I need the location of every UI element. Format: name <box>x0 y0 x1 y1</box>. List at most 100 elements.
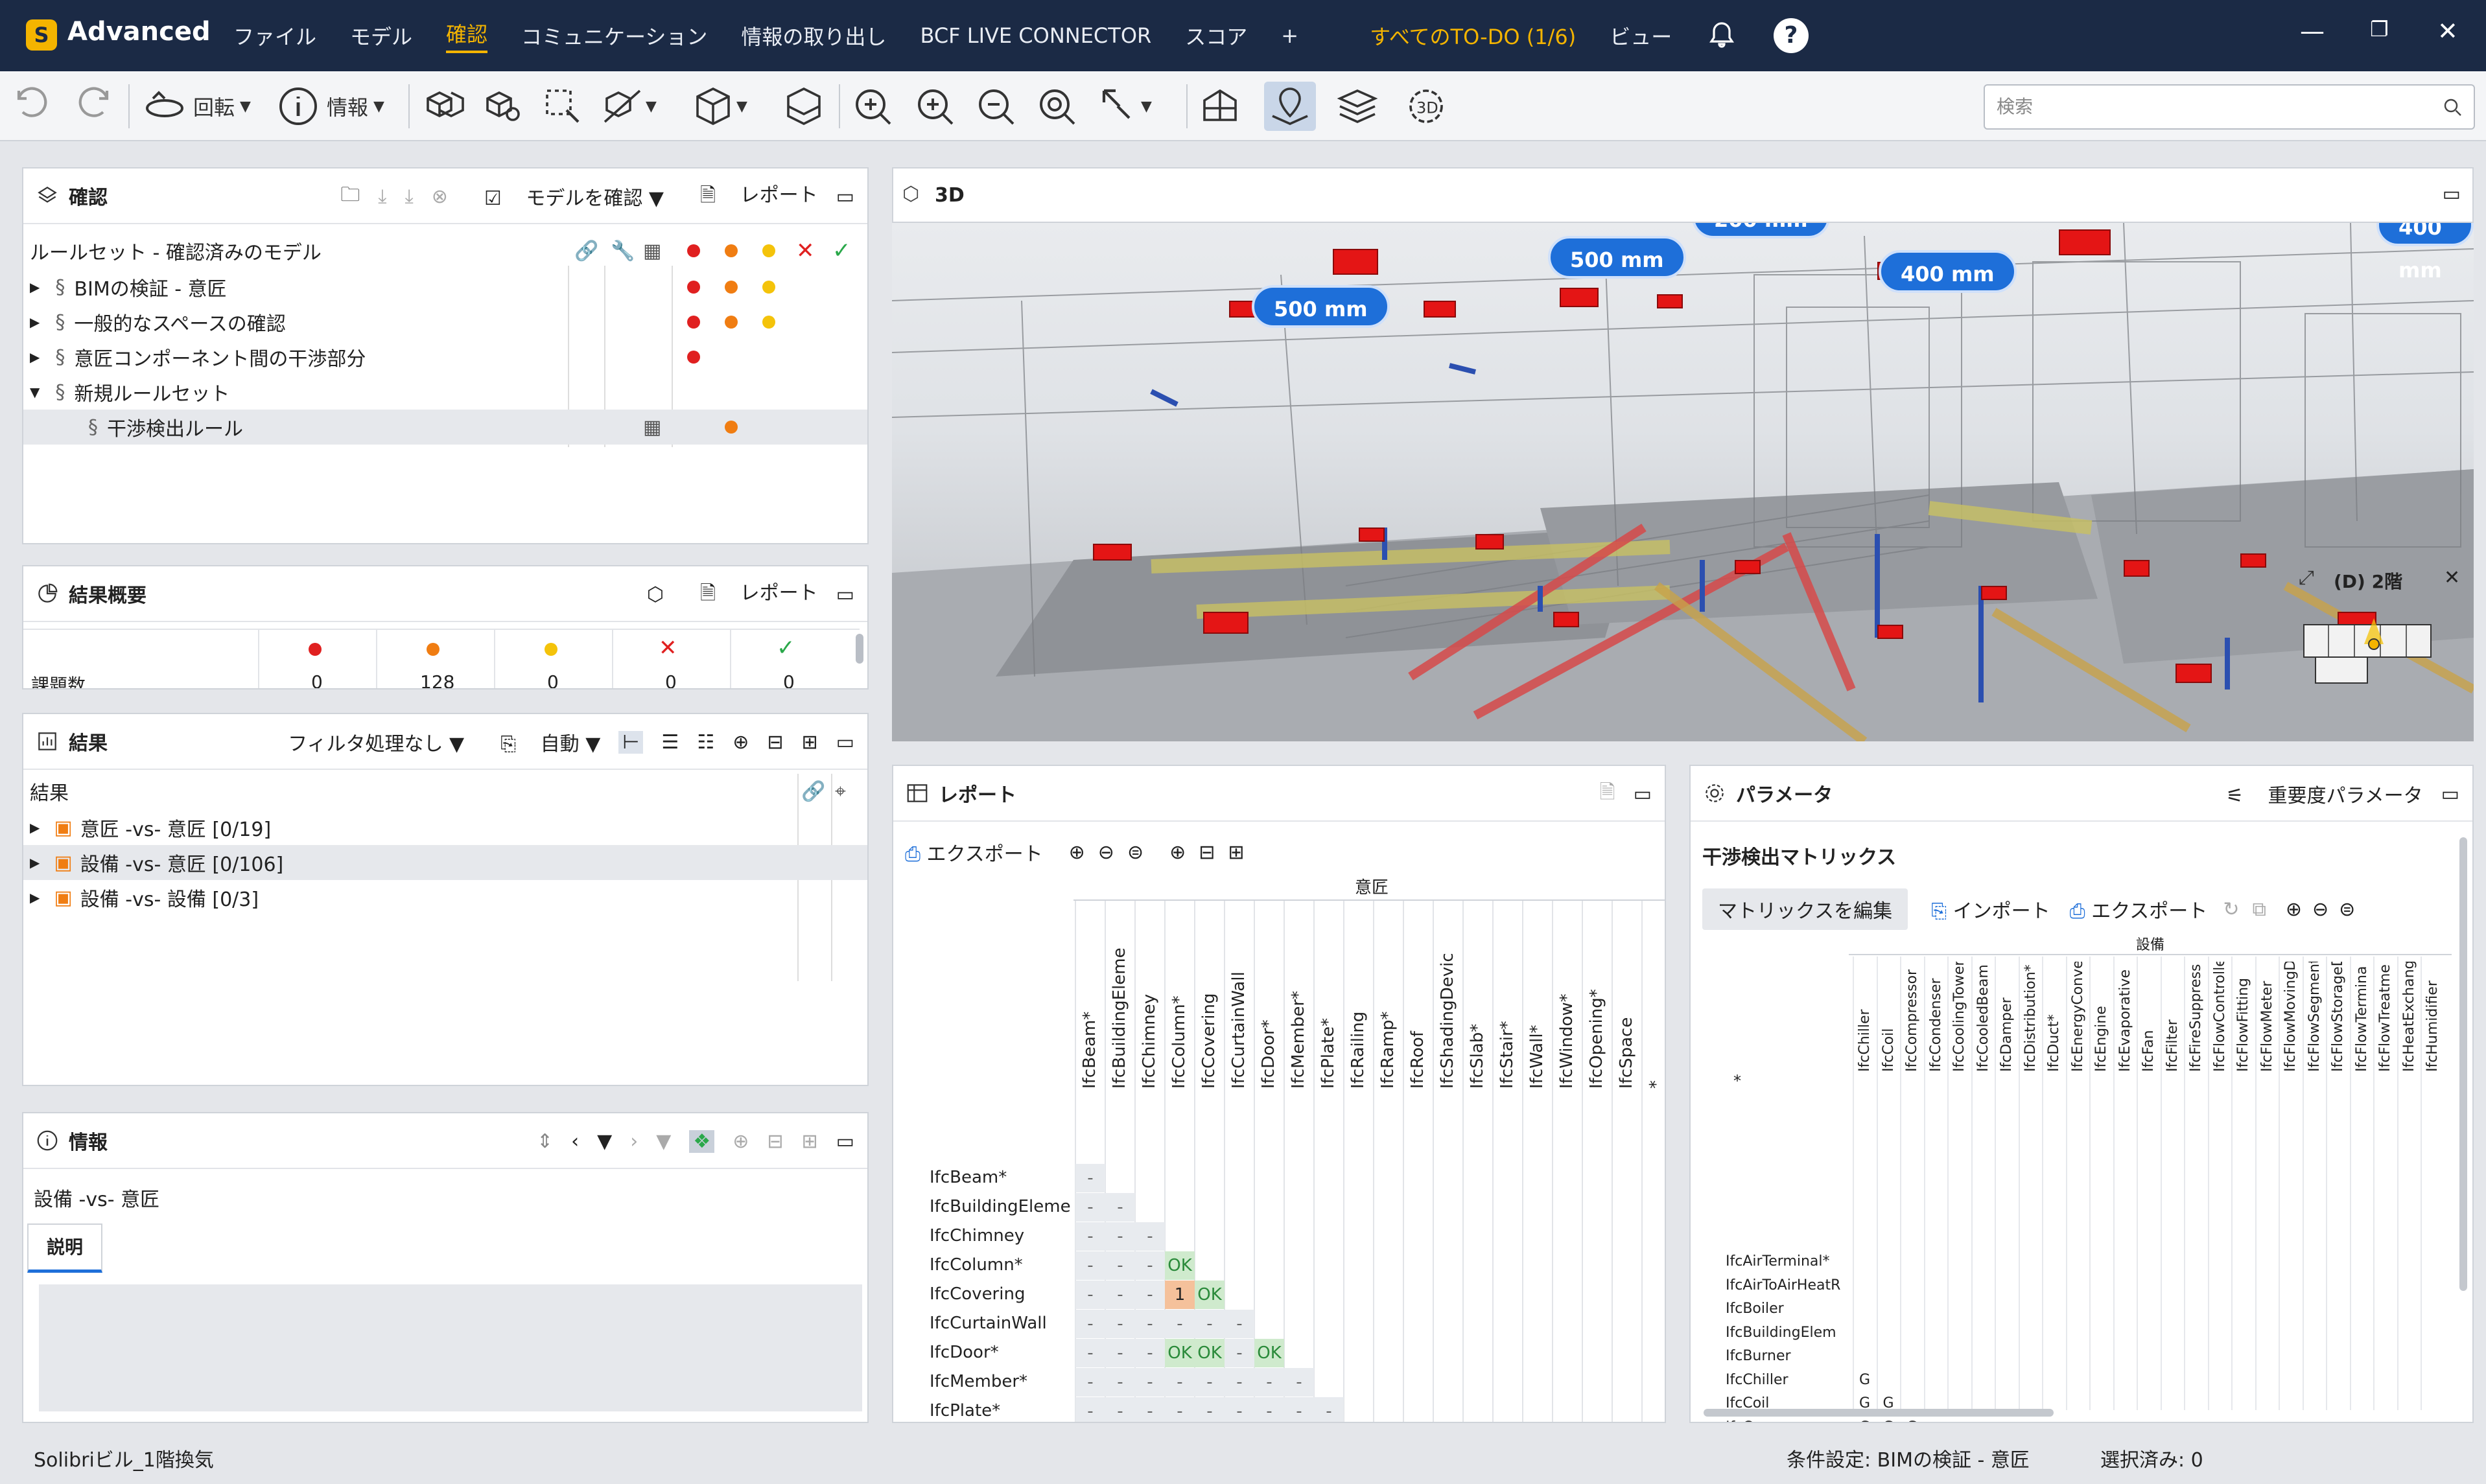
ruleset-row[interactable]: ▶ § 一般的なスペースの確認 <box>23 305 867 340</box>
auto-dropdown[interactable]: ⎘ 自動 ▼ <box>482 728 600 756</box>
help-button[interactable]: ? <box>1774 18 1809 53</box>
close-icon[interactable]: ✕ <box>2444 566 2460 589</box>
matrix-cell[interactable]: - <box>1135 1281 1165 1309</box>
menu-add-tab[interactable]: + <box>1281 23 1298 48</box>
chevron-down-icon[interactable]: ▼ <box>656 1130 671 1153</box>
matrix-cell[interactable]: - <box>1195 1397 1225 1422</box>
matrix-cell[interactable]: - <box>1135 1310 1165 1338</box>
expand-icon[interactable]: ▶ <box>30 855 40 870</box>
export-button[interactable]: ⎙ エクスポート <box>905 838 1043 866</box>
matrix-cell[interactable]: - <box>1075 1251 1105 1280</box>
clash-marker[interactable] <box>1657 294 1683 308</box>
model-icon[interactable]: ⬡ <box>647 583 664 606</box>
menu-model[interactable]: モデル <box>350 21 412 51</box>
download-all-icon[interactable]: ⤓ <box>405 185 414 208</box>
matrix-cell[interactable]: - <box>1135 1368 1165 1397</box>
slide-icon[interactable]: ⊟ <box>767 1130 783 1153</box>
search-input[interactable]: 検索 <box>1984 84 2475 130</box>
redo-icon[interactable] <box>70 82 117 131</box>
matrix-cell[interactable]: - <box>1225 1310 1254 1338</box>
matrix-cell[interactable]: - <box>1105 1281 1135 1309</box>
panel-menu-icon[interactable]: ▭ <box>836 185 854 208</box>
panel-menu-icon[interactable]: ▭ <box>836 1130 854 1153</box>
export-button[interactable]: ⎙ エクスポート <box>2070 895 2208 923</box>
matrix-cell[interactable]: - <box>1105 1368 1135 1397</box>
zoom-selection-icon[interactable] <box>1033 82 1080 131</box>
matrix-cell[interactable]: - <box>1075 1397 1105 1422</box>
minimize-button[interactable]: — <box>2300 17 2325 45</box>
presentation-icon[interactable]: ⊞ <box>802 1130 818 1153</box>
all-todo-link[interactable]: すべてのTO-DO (1/6) <box>1370 21 1576 51</box>
matrix-cell[interactable]: OK <box>1254 1339 1284 1367</box>
import-button[interactable]: ⎘ インポート <box>1931 895 2050 923</box>
box-selection-icon[interactable] <box>539 82 586 131</box>
matrix-cell[interactable]: - <box>1105 1193 1135 1222</box>
expand-icon[interactable]: ▶ <box>30 279 40 295</box>
matrix-cell[interactable]: OK <box>1165 1251 1195 1280</box>
zoom-fit-icon[interactable] <box>849 82 896 131</box>
matrix-cell[interactable]: - <box>1284 1397 1314 1422</box>
folder-icon[interactable]: 🗀 <box>340 180 360 213</box>
menu-information-takeoff[interactable]: 情報の取り出し <box>741 21 886 51</box>
location-map-icon[interactable] <box>1264 82 1316 131</box>
clash-marker[interactable] <box>2124 560 2150 577</box>
export-doc-icon[interactable]: 🗎 <box>1600 778 1615 811</box>
distance-label[interactable]: 200 mm <box>1692 223 1830 238</box>
description-tab[interactable]: 説明 <box>27 1223 102 1273</box>
matrix-vertical-scrollbar[interactable] <box>2459 837 2467 1291</box>
matrix-horizontal-scrollbar[interactable] <box>1704 1409 2054 1417</box>
clash-marker[interactable] <box>2175 664 2212 683</box>
matrix-cell[interactable]: 1 <box>1165 1281 1195 1309</box>
clash-marker[interactable] <box>1424 301 1456 318</box>
rotate-button[interactable]: 回転 ▼ <box>141 82 251 131</box>
presentation-icon[interactable]: ⊞ <box>1228 841 1244 864</box>
filter-list-icon[interactable]: ☷ <box>697 731 714 754</box>
clash-marker[interactable] <box>1877 625 1903 639</box>
undo-icon[interactable] <box>9 82 56 131</box>
chevron-down-icon[interactable]: ▼ <box>597 1130 612 1153</box>
ruleset-row[interactable]: ▶ § 意匠コンポーネント間の干渉部分 <box>23 340 867 375</box>
result-row[interactable]: ▶ ▣ 設備 -vs- 設備 [0/3] <box>23 880 867 915</box>
matrix-cell[interactable]: - <box>1105 1310 1135 1338</box>
add-slide-icon[interactable]: ⊕ <box>733 731 749 754</box>
matrix-cell[interactable]: - <box>1165 1397 1195 1422</box>
cancel-circle-icon[interactable]: ⊗ <box>432 185 448 208</box>
matrix-cell[interactable]: - <box>1075 1193 1105 1222</box>
menu-bcf-live-connector[interactable]: BCF LIVE CONNECTOR <box>920 23 1151 48</box>
matrix-cell[interactable]: - <box>1195 1368 1225 1397</box>
matrix-cell[interactable]: - <box>1135 1397 1165 1422</box>
panel-menu-icon[interactable]: ▭ <box>2441 783 2459 806</box>
expand-icon[interactable]: ⤢ <box>2299 566 2314 589</box>
filter-dropdown[interactable]: フィルタ処理なし ▼ <box>270 728 464 756</box>
rule-row-selected[interactable]: § 干渉検出ルール ▦ <box>23 410 867 445</box>
hide-boxes-icon[interactable] <box>420 82 467 131</box>
clash-marker[interactable] <box>1553 612 1579 627</box>
matrix-cell[interactable]: G <box>1883 1419 1894 1422</box>
distance-label[interactable]: 400 mm <box>2376 223 2474 283</box>
cube-view-icon[interactable]: ▼ <box>690 82 747 131</box>
presentation-icon[interactable]: ⊞ <box>802 731 818 754</box>
pick-tool-icon[interactable]: ▼ <box>1094 82 1152 131</box>
matrix-cell[interactable]: - <box>1195 1310 1225 1338</box>
panel-menu-icon[interactable]: ▭ <box>836 731 854 754</box>
matrix-cell[interactable]: - <box>1254 1368 1284 1397</box>
distance-label[interactable]: 400 mm <box>1879 250 2017 293</box>
3d-settings-icon[interactable]: 3D <box>1403 82 1449 131</box>
matrix-cell[interactable]: - <box>1165 1368 1195 1397</box>
clash-marker[interactable] <box>1981 586 2007 600</box>
matrix-cell[interactable]: - <box>1075 1164 1105 1192</box>
matrix-cell[interactable]: OK <box>1195 1281 1225 1309</box>
clash-marker[interactable] <box>2059 229 2111 255</box>
clash-marker[interactable] <box>2240 553 2266 568</box>
zoom-fit-icon[interactable]: ⊜ <box>1127 841 1143 864</box>
section-box-icon[interactable] <box>780 82 827 131</box>
matrix-cell[interactable]: OK <box>1165 1339 1195 1367</box>
matrix-cell[interactable]: - <box>1135 1251 1165 1280</box>
zoom-in-icon[interactable]: ⊕ <box>2286 898 2302 921</box>
report-button[interactable]: 🗎 レポート <box>682 179 818 214</box>
list-view-icon[interactable]: ☰ <box>661 731 679 754</box>
clash-marker[interactable] <box>1203 612 1249 634</box>
matrix-cell[interactable]: - <box>1075 1368 1105 1397</box>
clash-marker[interactable] <box>1735 560 1761 574</box>
color-code-icon[interactable]: ❖ <box>689 1130 715 1153</box>
